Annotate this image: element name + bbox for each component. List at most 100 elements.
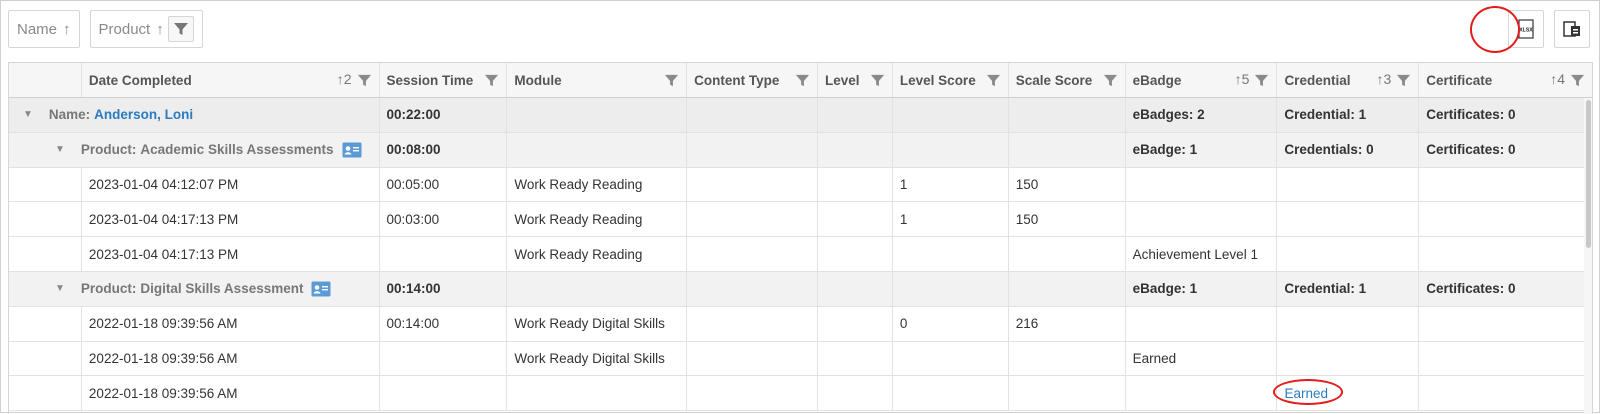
filter-icon[interactable] bbox=[1570, 73, 1585, 91]
column-header-label: Date Completed bbox=[88, 72, 192, 88]
filter-icon[interactable] bbox=[357, 73, 372, 91]
filter-icon[interactable] bbox=[1396, 73, 1411, 91]
group-title-cell: ▼ Name: Anderson, Loni bbox=[9, 98, 380, 132]
level-cell bbox=[818, 202, 893, 237]
collapse-caret-icon[interactable]: ▼ bbox=[23, 109, 33, 120]
header-spacer bbox=[9, 63, 82, 97]
ebadge-cell bbox=[1126, 306, 1278, 341]
scale-score-cell bbox=[1009, 237, 1126, 271]
empty-cell bbox=[1009, 98, 1126, 132]
level-score-cell bbox=[893, 341, 1009, 376]
group-chip-name[interactable]: Name ↑ bbox=[8, 10, 80, 48]
group-chip-product[interactable]: Product ↑ bbox=[89, 10, 203, 48]
filter-icon[interactable] bbox=[167, 16, 194, 42]
sort-ascending-icon[interactable]: ↑ bbox=[63, 21, 71, 38]
indent-cell bbox=[9, 376, 82, 411]
column-header-certificate[interactable]: Certificate ↑4 bbox=[1419, 63, 1592, 97]
column-header-module[interactable]: Module bbox=[507, 63, 688, 97]
table-row[interactable]: 2023-01-04 04:17:13 PM 00:03:00 Work Rea… bbox=[9, 202, 1592, 238]
filter-icon[interactable] bbox=[664, 73, 679, 91]
learner-name-link[interactable]: Anderson, Loni bbox=[94, 107, 193, 122]
session-time-cell bbox=[380, 341, 508, 376]
credential-cell: Earned bbox=[1277, 376, 1420, 411]
column-chooser-button[interactable] bbox=[1554, 10, 1590, 48]
level-cell bbox=[818, 306, 893, 341]
sort-indicator[interactable]: ↑2 bbox=[337, 71, 352, 87]
table-row[interactable]: 2023-01-04 04:17:13 PM Work Ready Readin… bbox=[9, 237, 1592, 272]
filter-icon[interactable] bbox=[1103, 73, 1118, 91]
level-cell bbox=[818, 341, 893, 376]
group-certificate-summary: Certificates: 0 bbox=[1426, 107, 1516, 123]
sort-indicator[interactable]: ↑4 bbox=[1550, 71, 1565, 87]
empty-cell bbox=[687, 98, 818, 132]
column-header-date-completed[interactable]: Date Completed ↑2 bbox=[82, 63, 380, 97]
empty-cell bbox=[893, 132, 1009, 167]
column-header-label: Session Time bbox=[386, 72, 474, 88]
content-type-cell bbox=[687, 167, 818, 202]
group-credential-summary: Credential: 1 bbox=[1277, 98, 1420, 132]
sort-indicator[interactable]: ↑3 bbox=[1376, 71, 1391, 87]
certificate-cell bbox=[1419, 168, 1592, 202]
filter-icon[interactable] bbox=[1254, 73, 1269, 91]
module-cell: Work Ready Reading bbox=[507, 202, 688, 237]
content-type-cell bbox=[687, 237, 818, 271]
column-header-content-type[interactable]: Content Type bbox=[687, 63, 818, 97]
sort-indicator[interactable]: ↑5 bbox=[1235, 71, 1250, 87]
column-header-credential[interactable]: Credential ↑3 bbox=[1277, 63, 1420, 97]
filter-icon[interactable] bbox=[986, 73, 1001, 91]
session-time-cell bbox=[380, 376, 508, 411]
empty-cell bbox=[893, 271, 1009, 306]
column-header-scale-score[interactable]: Scale Score bbox=[1009, 63, 1126, 97]
filter-icon[interactable] bbox=[795, 73, 810, 91]
empty-cell bbox=[818, 132, 893, 167]
level-cell bbox=[818, 376, 893, 411]
group-ebadge-summary: eBadge: 1 bbox=[1126, 271, 1278, 306]
xlsx-file-icon: XLSX bbox=[1518, 19, 1534, 39]
vertical-scrollbar[interactable] bbox=[1584, 98, 1592, 414]
table-row[interactable]: 2022-01-18 09:39:56 AM 00:14:00 Work Rea… bbox=[9, 306, 1592, 342]
indent-cell bbox=[9, 167, 82, 202]
indent-cell bbox=[9, 237, 82, 271]
ebadge-cell bbox=[1126, 376, 1278, 411]
group-title-cell: ▼ Product: Digital Skills Assessment bbox=[9, 271, 380, 306]
column-header-ebadge[interactable]: eBadge ↑5 bbox=[1126, 63, 1278, 97]
table-row[interactable]: 2023-01-04 04:12:07 PM 00:05:00 Work Rea… bbox=[9, 167, 1592, 203]
column-header-session-time[interactable]: Session Time bbox=[380, 63, 508, 97]
column-header-level[interactable]: Level bbox=[818, 63, 893, 97]
level-score-cell: 1 bbox=[893, 202, 1009, 237]
collapse-caret-icon[interactable]: ▼ bbox=[55, 283, 65, 294]
id-card-icon[interactable] bbox=[311, 281, 331, 297]
column-header-level-score[interactable]: Level Score bbox=[893, 63, 1009, 97]
certificate-cell bbox=[1419, 307, 1592, 341]
table-row[interactable]: 2022-01-18 09:39:56 AM Earned bbox=[9, 376, 1592, 412]
group-row-product: ▼ Product: Digital Skills Assessment 00:… bbox=[9, 271, 1592, 307]
credential-cell bbox=[1277, 202, 1420, 237]
empty-cell bbox=[1009, 132, 1126, 167]
collapse-caret-icon[interactable]: ▼ bbox=[55, 144, 65, 155]
group-session-time: 00:22:00 bbox=[380, 98, 508, 132]
scale-score-cell: 150 bbox=[1009, 202, 1126, 237]
filter-icon[interactable] bbox=[484, 73, 499, 91]
column-header-label: eBadge bbox=[1132, 72, 1182, 88]
level-cell bbox=[818, 167, 893, 202]
filter-icon[interactable] bbox=[870, 73, 885, 91]
scrollbar-thumb[interactable] bbox=[1586, 100, 1591, 248]
column-header-label: Scale Score bbox=[1015, 72, 1093, 88]
date-completed-cell: 2023-01-04 04:17:13 PM bbox=[82, 202, 380, 237]
group-prefix: Product: bbox=[80, 281, 137, 297]
credential-earned-link[interactable]: Earned bbox=[1284, 386, 1328, 401]
group-ebadge-summary: eBadges: 2 bbox=[1126, 98, 1278, 132]
level-score-cell: 1 bbox=[893, 167, 1009, 202]
empty-cell bbox=[507, 98, 688, 132]
module-cell: Work Ready Reading bbox=[507, 167, 688, 202]
certificate-cell bbox=[1419, 376, 1592, 410]
sort-ascending-icon[interactable]: ↑ bbox=[156, 21, 164, 38]
export-xlsx-button[interactable]: XLSX bbox=[1508, 10, 1544, 48]
group-row-name: ▼ Name: Anderson, Loni 00:22:00 eBadges:… bbox=[9, 98, 1592, 133]
certificate-cell bbox=[1419, 342, 1592, 376]
table-row[interactable]: 2022-01-18 09:39:56 AM Work Ready Digita… bbox=[9, 341, 1592, 377]
id-card-icon[interactable] bbox=[342, 142, 362, 158]
empty-cell bbox=[818, 98, 893, 132]
scale-score-cell: 216 bbox=[1009, 306, 1126, 341]
level-score-cell bbox=[893, 237, 1009, 271]
